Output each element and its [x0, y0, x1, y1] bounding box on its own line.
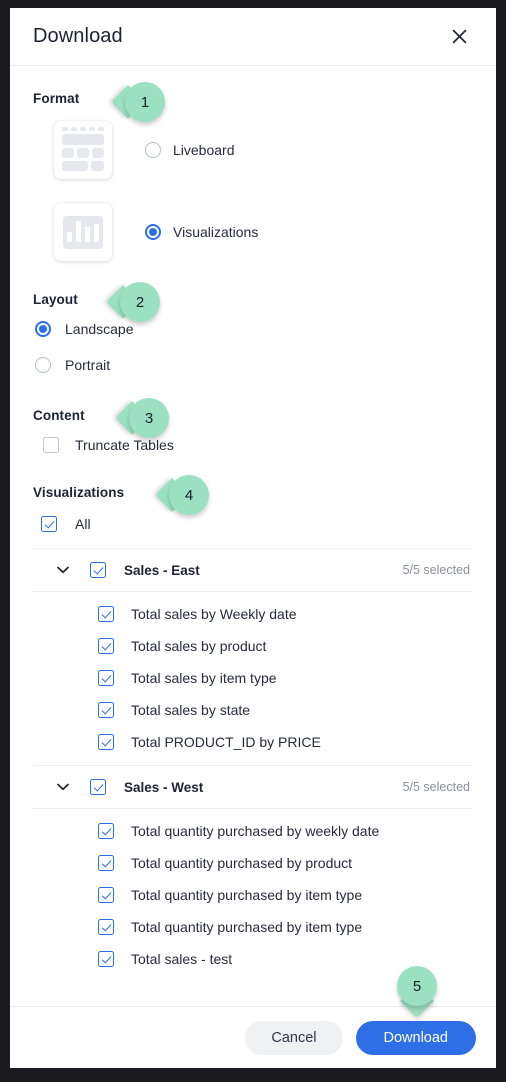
group-checkbox-sales-east[interactable] [90, 562, 106, 578]
content-label: Content [33, 408, 85, 424]
format-option-visualizations[interactable]: Visualizations [33, 196, 473, 268]
item-checkbox[interactable] [98, 951, 114, 967]
group-count-sales-west: 5/5 selected [402, 780, 470, 794]
group-name-sales-west: Sales - West [124, 779, 204, 795]
radio-portrait-label: Portrait [65, 357, 111, 373]
checkbox-all-control[interactable] [41, 516, 57, 532]
item-checkbox[interactable] [98, 919, 114, 935]
item-checkbox[interactable] [98, 638, 114, 654]
item-checkbox[interactable] [98, 855, 114, 871]
visualizations-section: Visualizations 4 All Sales - East 5/5 se… [33, 475, 473, 982]
liveboard-grid-icon [54, 121, 112, 179]
checkbox-truncate-tables[interactable]: Truncate Tables [33, 430, 473, 460]
list-item[interactable]: Total sales by product [33, 630, 473, 662]
checkbox-truncate-tables-label: Truncate Tables [75, 437, 174, 453]
item-checkbox[interactable] [98, 823, 114, 839]
visualization-group: Sales - West 5/5 selected Total quantity… [33, 765, 473, 982]
group-checkbox-sales-west[interactable] [90, 779, 106, 795]
group-count-sales-east: 5/5 selected [402, 563, 470, 577]
group-items-sales-east: Total sales by Weekly date Total sales b… [33, 591, 473, 765]
list-item[interactable]: Total quantity purchased by item type [33, 879, 473, 911]
radio-landscape-control[interactable] [35, 321, 51, 337]
radio-liveboard[interactable]: Liveboard [145, 142, 235, 158]
page-title: Download [33, 25, 123, 47]
item-label: Total sales by item type [131, 670, 277, 686]
item-label: Total quantity purchased by item type [131, 887, 363, 903]
item-checkbox[interactable] [98, 606, 114, 622]
callout-badge-3-number: 3 [144, 409, 154, 427]
radio-visualizations-control[interactable] [145, 224, 161, 240]
checkbox-all-label: All [75, 516, 91, 532]
group-header-sales-west[interactable]: Sales - West 5/5 selected [33, 766, 473, 808]
list-item[interactable]: Total sales - test [33, 943, 473, 975]
callout-badge-1-number: 1 [140, 93, 150, 111]
radio-visualizations-label: Visualizations [173, 224, 259, 240]
checkbox-all[interactable]: All [33, 509, 473, 539]
callout-badge-4-number: 4 [184, 486, 194, 504]
list-item[interactable]: Total sales by state [33, 694, 473, 726]
bar-chart-icon [54, 203, 112, 261]
radio-liveboard-control[interactable] [145, 142, 161, 158]
download-dialog: Download Format 1 Liveboard Visualizatio… [10, 8, 496, 1068]
layout-section: Layout 2 Landscape Portrait [33, 282, 473, 381]
item-label: Total sales by state [131, 702, 251, 718]
group-name-sales-east: Sales - East [124, 562, 200, 578]
item-label: Total sales by product [131, 638, 267, 654]
radio-visualizations[interactable]: Visualizations [145, 224, 258, 240]
radio-liveboard-label: Liveboard [173, 142, 235, 158]
chevron-down-icon[interactable] [56, 780, 70, 794]
dialog-footer: 5 Cancel Download [10, 966, 496, 1068]
item-label: Total quantity purchased by product [131, 855, 353, 871]
item-checkbox[interactable] [98, 702, 114, 718]
group-header-sales-east[interactable]: Sales - East 5/5 selected [33, 549, 473, 591]
item-label: Total quantity purchased by item type [131, 919, 363, 935]
radio-landscape-label: Landscape [65, 321, 134, 337]
item-checkbox[interactable] [98, 734, 114, 750]
item-checkbox[interactable] [98, 670, 114, 686]
frame-inner: Download Format 1 Liveboard Visualizatio… [10, 8, 496, 1068]
visualization-groups: Sales - East 5/5 selected Total sales by… [33, 548, 473, 982]
dialog-body: Format 1 Liveboard Visualizations Layout… [10, 66, 496, 1006]
content-section: Content 3 Truncate Tables [33, 398, 473, 460]
visualization-group: Sales - East 5/5 selected Total sales by… [33, 548, 473, 765]
list-item[interactable]: Total quantity purchased by weekly date [33, 815, 473, 847]
item-label: Total quantity purchased by weekly date [131, 823, 380, 839]
item-label: Total sales - test [131, 951, 233, 967]
download-button[interactable]: Download [355, 1020, 476, 1055]
close-icon[interactable] [446, 24, 472, 50]
device-frame: Download Format 1 Liveboard Visualizatio… [0, 0, 506, 1082]
list-item[interactable]: Total sales by Weekly date [33, 598, 473, 630]
list-item[interactable]: Total sales by item type [33, 662, 473, 694]
dialog-header: Download [10, 8, 496, 66]
list-item[interactable]: Total quantity purchased by product [33, 847, 473, 879]
chevron-down-icon[interactable] [56, 563, 70, 577]
format-section: Format 1 Liveboard Visualizations [33, 82, 473, 268]
callout-badge-2-number: 2 [135, 293, 145, 311]
item-label: Total sales by Weekly date [131, 606, 297, 622]
radio-portrait[interactable]: Portrait [33, 349, 473, 381]
list-item[interactable]: Total PRODUCT_ID by PRICE [33, 726, 473, 758]
format-option-liveboard[interactable]: Liveboard [33, 114, 473, 186]
item-checkbox[interactable] [98, 887, 114, 903]
list-item[interactable]: Total quantity purchased by item type [33, 911, 473, 943]
radio-portrait-control[interactable] [35, 357, 51, 373]
group-items-sales-west: Total quantity purchased by weekly date … [33, 808, 473, 982]
format-label: Format [33, 91, 80, 107]
item-label: Total PRODUCT_ID by PRICE [131, 734, 321, 750]
radio-landscape[interactable]: Landscape [33, 313, 473, 345]
visualizations-label: Visualizations [33, 485, 125, 501]
layout-label: Layout [33, 292, 78, 308]
checkbox-truncate-tables-control[interactable] [43, 437, 59, 453]
cancel-button[interactable]: Cancel [245, 1020, 343, 1055]
